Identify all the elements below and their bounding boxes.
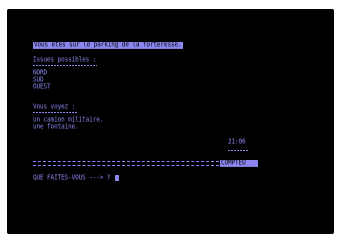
exits-heading: Issues possibles :: [33, 55, 97, 64]
game-screen: Vous etes sur le parking de la forteress…: [7, 9, 334, 234]
status-bar-divider: [33, 161, 219, 166]
visible-underline: [33, 112, 77, 113]
clock-underline: [228, 150, 248, 151]
status-mode-badge: COMPTEU: [220, 159, 258, 167]
command-prompt: QUE FAITES-VOUS ---> ?: [33, 173, 111, 182]
exit-item-ouest: OUEST: [33, 82, 51, 91]
input-cursor[interactable]: [115, 175, 119, 181]
game-clock: 21:06: [228, 137, 246, 146]
exits-underline: [33, 65, 97, 66]
location-message: Vous etes sur le parking de la forteress…: [33, 40, 183, 49]
visible-heading: Vous voyez :: [33, 102, 76, 111]
visible-item-fontaine: une fontaine.: [33, 122, 79, 131]
